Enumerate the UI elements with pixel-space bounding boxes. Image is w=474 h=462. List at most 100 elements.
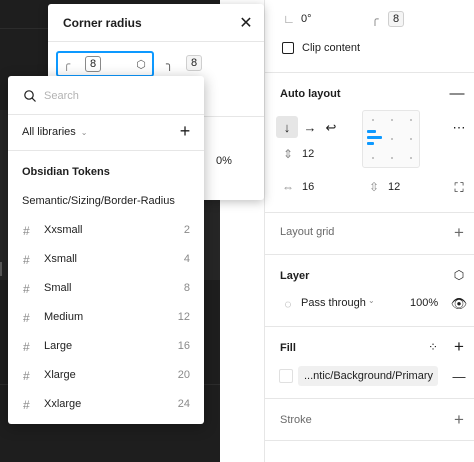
eye-icon[interactable]: 👁: [451, 295, 468, 311]
corner-radius-icon: ╭: [371, 12, 379, 26]
blend-mode-icon: ◌: [284, 297, 292, 311]
fill-variable-chip[interactable]: ...ntic/Background/Primary: [298, 366, 438, 386]
more-options-icon[interactable]: ⋯: [451, 119, 467, 135]
list-item[interactable]: # Medium 12: [8, 303, 204, 332]
blend-mode-value[interactable]: Pass through: [301, 297, 366, 309]
alignment-dot[interactable]: [410, 138, 412, 140]
token-name: Xxlarge: [44, 398, 82, 410]
chevron-down-icon: ⌄: [80, 127, 88, 137]
layout-grid-title: Layout grid: [280, 226, 335, 238]
add-layout-grid-icon[interactable]: +: [451, 224, 467, 241]
token-name: Xlarge: [44, 369, 76, 381]
clip-content-label: Clip content: [302, 42, 361, 54]
corner-radius-value[interactable]: 8: [388, 11, 404, 27]
token-name: Xxsmall: [44, 224, 83, 236]
clip-content-checkbox[interactable]: [282, 42, 294, 54]
vertical-padding-value[interactable]: 12: [388, 181, 400, 193]
remove-auto-layout-icon[interactable]: —: [449, 85, 465, 101]
list-item[interactable]: # Small 8: [8, 274, 204, 303]
horizontal-padding-value[interactable]: 16: [302, 181, 314, 193]
rotation-icon: ∟: [283, 12, 295, 26]
opacity-value[interactable]: 100%: [410, 297, 438, 309]
alignment-indicator: [367, 130, 376, 133]
styles-grid-icon[interactable]: ⁘: [425, 339, 441, 355]
rotation-value[interactable]: 0°: [301, 13, 312, 25]
number-variable-icon: #: [23, 282, 30, 296]
remove-fill-icon[interactable]: —: [451, 368, 467, 384]
close-icon[interactable]: ✕: [237, 14, 255, 32]
alignment-dot[interactable]: [410, 119, 412, 121]
corner-icon: ╮: [166, 57, 174, 71]
properties-panel: ∟ 0° ╭ 8 Clip content Auto layout — ↓ → …: [264, 0, 474, 462]
horizontal-padding-icon: ⇔: [282, 180, 294, 194]
token-name: Xsmall: [44, 253, 78, 265]
token-list: # Xxsmall 2 # Xsmall 4 # Small 8 # Medium 12 # Large 1…: [8, 216, 204, 419]
alignment-dot[interactable]: [391, 119, 393, 121]
chevron-down-icon: ⌄: [368, 296, 375, 305]
radius-secondary-value[interactable]: 8: [186, 55, 202, 71]
alignment-indicator: [367, 136, 382, 139]
number-variable-icon: #: [23, 311, 30, 325]
list-item[interactable]: # Xxlarge 24: [8, 390, 204, 419]
layer-title: Layer: [280, 270, 310, 282]
radius-input-field[interactable]: ╭ 8 ⬡: [56, 51, 154, 77]
direction-vertical-icon[interactable]: ↓: [276, 116, 298, 138]
popup-opacity-value[interactable]: 0%: [216, 155, 232, 167]
stroke-title: Stroke: [280, 414, 312, 426]
fill-section: Fill ⁘ + —: [265, 326, 474, 398]
add-fill-icon[interactable]: +: [451, 338, 467, 355]
alignment-dot[interactable]: [372, 157, 374, 159]
fill-title: Fill: [280, 342, 296, 354]
picker-divider: [8, 150, 204, 151]
wrap-icon[interactable]: ↩: [323, 119, 339, 135]
token-value: 16: [177, 340, 190, 352]
number-variable-icon: #: [23, 253, 30, 267]
list-item[interactable]: # Xxsmall 2: [8, 216, 204, 245]
alignment-grid[interactable]: [362, 110, 420, 168]
gap-value[interactable]: 12: [302, 148, 314, 160]
group-path: Semantic/Sizing/Border-Radius: [22, 195, 175, 207]
token-name: Small: [44, 282, 72, 294]
layer-section: Layer ⬡ ◌ Pass through ⌄ 100% 👁: [265, 254, 474, 326]
list-item[interactable]: # Xlarge 20: [8, 361, 204, 390]
alignment-dot[interactable]: [410, 157, 412, 159]
search-input[interactable]: [44, 86, 194, 106]
list-item[interactable]: # Large 16: [8, 332, 204, 361]
token-value: 24: [177, 398, 190, 410]
list-item[interactable]: # Xsmall 4: [8, 245, 204, 274]
alignment-dot[interactable]: [372, 119, 374, 121]
variable-picker: All libraries ⌄ + Obsidian Tokens Semant…: [8, 76, 204, 424]
alignment-dot[interactable]: [391, 138, 393, 140]
gap-icon: ⇕: [282, 147, 294, 161]
number-variable-icon: #: [23, 369, 30, 383]
vertical-padding-icon: ⇳: [368, 180, 380, 194]
popup-title: Corner radius: [63, 16, 142, 30]
resizing-icon[interactable]: ⛶: [451, 179, 467, 195]
token-value: 12: [177, 311, 190, 323]
add-stroke-icon[interactable]: +: [451, 411, 467, 428]
library-select[interactable]: All libraries ⌄: [22, 124, 88, 140]
collection-title: Obsidian Tokens: [22, 166, 110, 178]
number-variable-icon: #: [23, 224, 30, 238]
alignment-indicator: [367, 142, 374, 145]
token-name: Large: [44, 340, 73, 352]
token-value: 2: [183, 224, 190, 236]
alignment-dot[interactable]: [391, 157, 393, 159]
variable-hexagon-icon[interactable]: ⬡: [133, 56, 149, 72]
picker-divider: [8, 114, 204, 115]
stroke-section: Stroke +: [265, 398, 474, 440]
layout-grid-section: Layout grid +: [265, 212, 474, 254]
fill-swatch[interactable]: [279, 369, 293, 383]
next-section: [265, 440, 474, 462]
add-variable-icon[interactable]: +: [176, 122, 194, 140]
radius-input-value[interactable]: 8: [85, 56, 101, 72]
number-variable-icon: #: [23, 398, 30, 412]
apply-variable-icon[interactable]: ⬡: [451, 267, 467, 283]
token-value: 4: [183, 253, 190, 265]
token-name: Medium: [44, 311, 84, 323]
token-value: 20: [177, 369, 190, 381]
search-icon: [24, 90, 36, 102]
direction-horizontal-icon[interactable]: →: [302, 119, 318, 135]
popup-header: Corner radius ✕: [48, 4, 264, 42]
corner-icon: ╭: [63, 57, 71, 71]
